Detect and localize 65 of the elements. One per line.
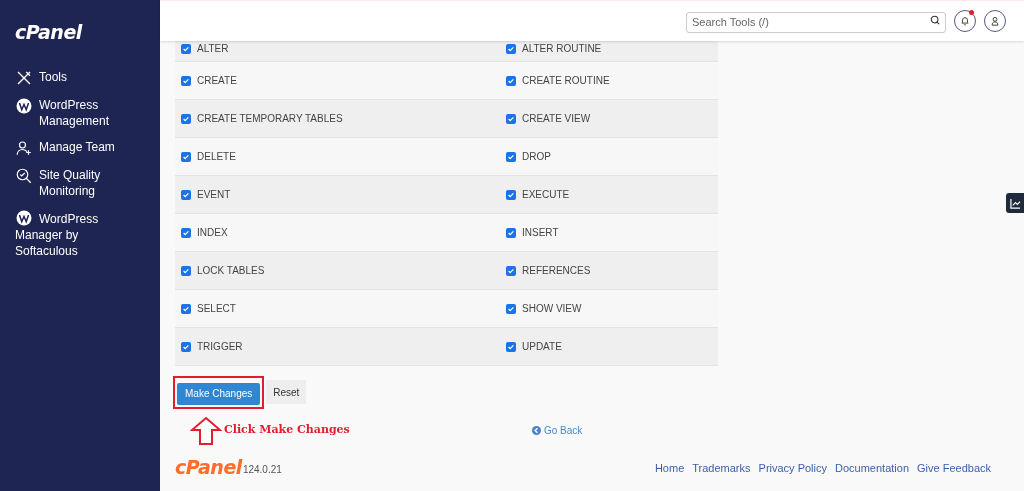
- footer-link[interactable]: Home: [654, 460, 685, 477]
- checkbox[interactable]: [506, 43, 516, 54]
- sidebar-item[interactable]: WordPress Management: [15, 96, 145, 129]
- privilege-label: DROP: [522, 150, 551, 164]
- sidebar-item[interactable]: Manage Team: [15, 138, 145, 157]
- checkbox[interactable]: [181, 341, 191, 352]
- privilege-label: UPDATE: [522, 340, 562, 354]
- checkbox[interactable]: [181, 303, 191, 314]
- up-arrow-icon: [190, 415, 222, 446]
- chart-line-icon: [1009, 197, 1021, 209]
- go-back-link[interactable]: Go Back: [532, 423, 583, 438]
- privilege-label: LOCK TABLES: [197, 264, 265, 278]
- checkbox[interactable]: [181, 151, 191, 162]
- sidebar-item[interactable]: Tools: [15, 68, 145, 87]
- sidebar-item[interactable]: Site Quality Monitoring: [15, 166, 145, 199]
- privilege-label: SHOW VIEW: [522, 302, 582, 316]
- back-arrow-icon: [532, 426, 541, 435]
- checkbox[interactable]: [181, 265, 191, 276]
- checkbox[interactable]: [506, 265, 516, 276]
- checkbox[interactable]: [506, 303, 516, 314]
- checkbox[interactable]: [506, 75, 516, 86]
- annotation-text: Click Make Changes: [224, 422, 351, 439]
- privilege-label: CREATE: [197, 74, 237, 88]
- privilege-label: ALTER: [197, 42, 229, 56]
- checkbox[interactable]: [506, 227, 516, 238]
- cpanel-logo: cPanel: [15, 20, 84, 45]
- bell-icon: [960, 16, 970, 26]
- sidebar-item[interactable]: WordPress Manager by Softaculous: [15, 208, 125, 259]
- checkbox[interactable]: [506, 113, 516, 124]
- privilege-label: CREATE TEMPORARY TABLES: [197, 112, 343, 126]
- footer-link[interactable]: Privacy Policy: [758, 460, 827, 477]
- checkbox[interactable]: [181, 75, 191, 86]
- search-icon: [930, 15, 940, 25]
- footer-link[interactable]: Trademarks: [692, 460, 751, 477]
- search-field[interactable]: Search Tools (/): [686, 11, 946, 33]
- privilege-label: TRIGGER: [197, 340, 243, 354]
- checkbox[interactable]: [506, 341, 516, 352]
- version-text: 124.0.21: [242, 463, 282, 477]
- checkbox[interactable]: [506, 189, 516, 200]
- checkbox[interactable]: [506, 151, 516, 162]
- wordpress-icon: [15, 96, 33, 115]
- privilege-label: ALTER ROUTINE: [522, 42, 602, 56]
- magnifier-check-icon: [15, 166, 33, 185]
- privilege-label: CREATE ROUTINE: [522, 74, 610, 88]
- privilege-label: DELETE: [197, 150, 236, 164]
- privilege-label: REFERENCES: [522, 264, 591, 278]
- checkbox[interactable]: [181, 227, 191, 238]
- privilege-label: EXECUTE: [522, 188, 570, 202]
- reset-button[interactable]: Reset: [266, 380, 307, 405]
- checkbox[interactable]: [181, 43, 191, 54]
- make-changes-button[interactable]: Make Changes: [177, 382, 261, 405]
- user-icon: [990, 16, 1000, 26]
- footer-link[interactable]: Give Feedback: [917, 460, 991, 477]
- privilege-label: INSERT: [522, 226, 559, 240]
- privilege-label: INDEX: [197, 226, 228, 240]
- cpanel-logo: cPanel: [175, 456, 242, 477]
- privilege-label: SELECT: [197, 302, 236, 316]
- privilege-label: CREATE VIEW: [522, 112, 591, 126]
- privilege-label: EVENT: [197, 188, 231, 202]
- wordpress-icon: [15, 208, 33, 227]
- footer-link[interactable]: Documentation: [835, 460, 909, 477]
- stats-button[interactable]: [1006, 193, 1024, 213]
- checkbox[interactable]: [181, 113, 191, 124]
- user-plus-icon: [15, 138, 33, 157]
- checkbox[interactable]: [181, 189, 191, 200]
